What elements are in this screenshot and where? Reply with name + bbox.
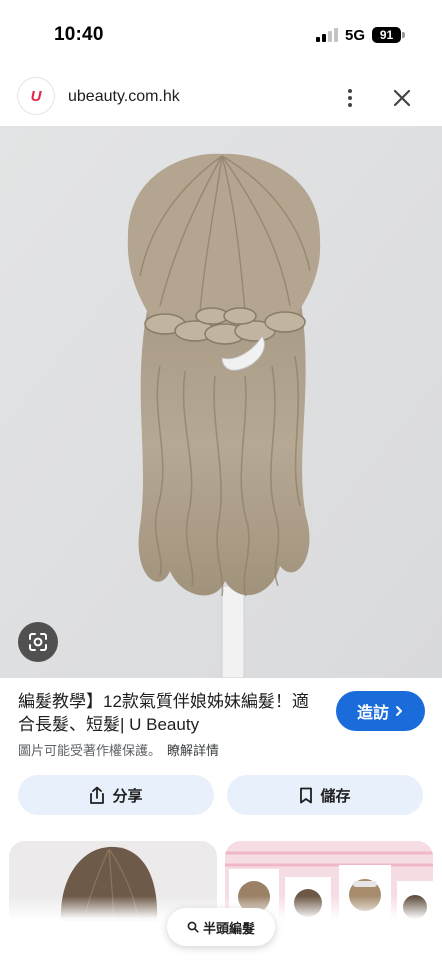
- site-domain[interactable]: ubeauty.com.hk: [68, 88, 180, 106]
- learn-more-link[interactable]: 瞭解詳情: [167, 743, 219, 758]
- copyright-note: 圖片可能受著作權保護。 瞭解詳情: [18, 740, 219, 759]
- network-label: 5G: [345, 27, 366, 44]
- site-logo[interactable]: U: [18, 78, 54, 114]
- save-button[interactable]: 儲存: [227, 775, 423, 815]
- battery-icon: 91: [372, 27, 401, 43]
- visit-button[interactable]: 造訪: [336, 691, 425, 731]
- visit-button-label: 造訪: [356, 705, 389, 722]
- share-label: 分享: [112, 787, 143, 805]
- more-vert-icon[interactable]: [334, 82, 366, 114]
- related-search-chip[interactable]: 半頭編髮: [167, 908, 275, 946]
- status-time: 10:40: [54, 24, 104, 45]
- copyright-text: 圖片可能受著作權保護。: [18, 743, 162, 758]
- save-label: 儲存: [320, 787, 351, 805]
- site-header: U ubeauty.com.hk: [0, 70, 442, 126]
- signal-icon: [316, 28, 340, 42]
- result-image[interactable]: [0, 126, 442, 678]
- battery-tip: [402, 32, 405, 38]
- status-bar: 10:40 5G 91: [0, 0, 442, 70]
- lens-icon[interactable]: [18, 622, 58, 662]
- close-icon[interactable]: [386, 82, 418, 114]
- search-icon: [187, 921, 199, 933]
- share-icon: [90, 786, 105, 804]
- share-button[interactable]: 分享: [18, 775, 214, 815]
- bookmark-icon: [300, 787, 313, 803]
- chevron-right-icon: [396, 706, 402, 716]
- result-title[interactable]: 編髮教學】12款氣質伴娘姊妹編髮！適合長髮、短髮| U Beauty: [18, 690, 323, 736]
- site-logo-text: U: [30, 87, 42, 105]
- search-chip-label: 半頭編髮: [202, 920, 255, 936]
